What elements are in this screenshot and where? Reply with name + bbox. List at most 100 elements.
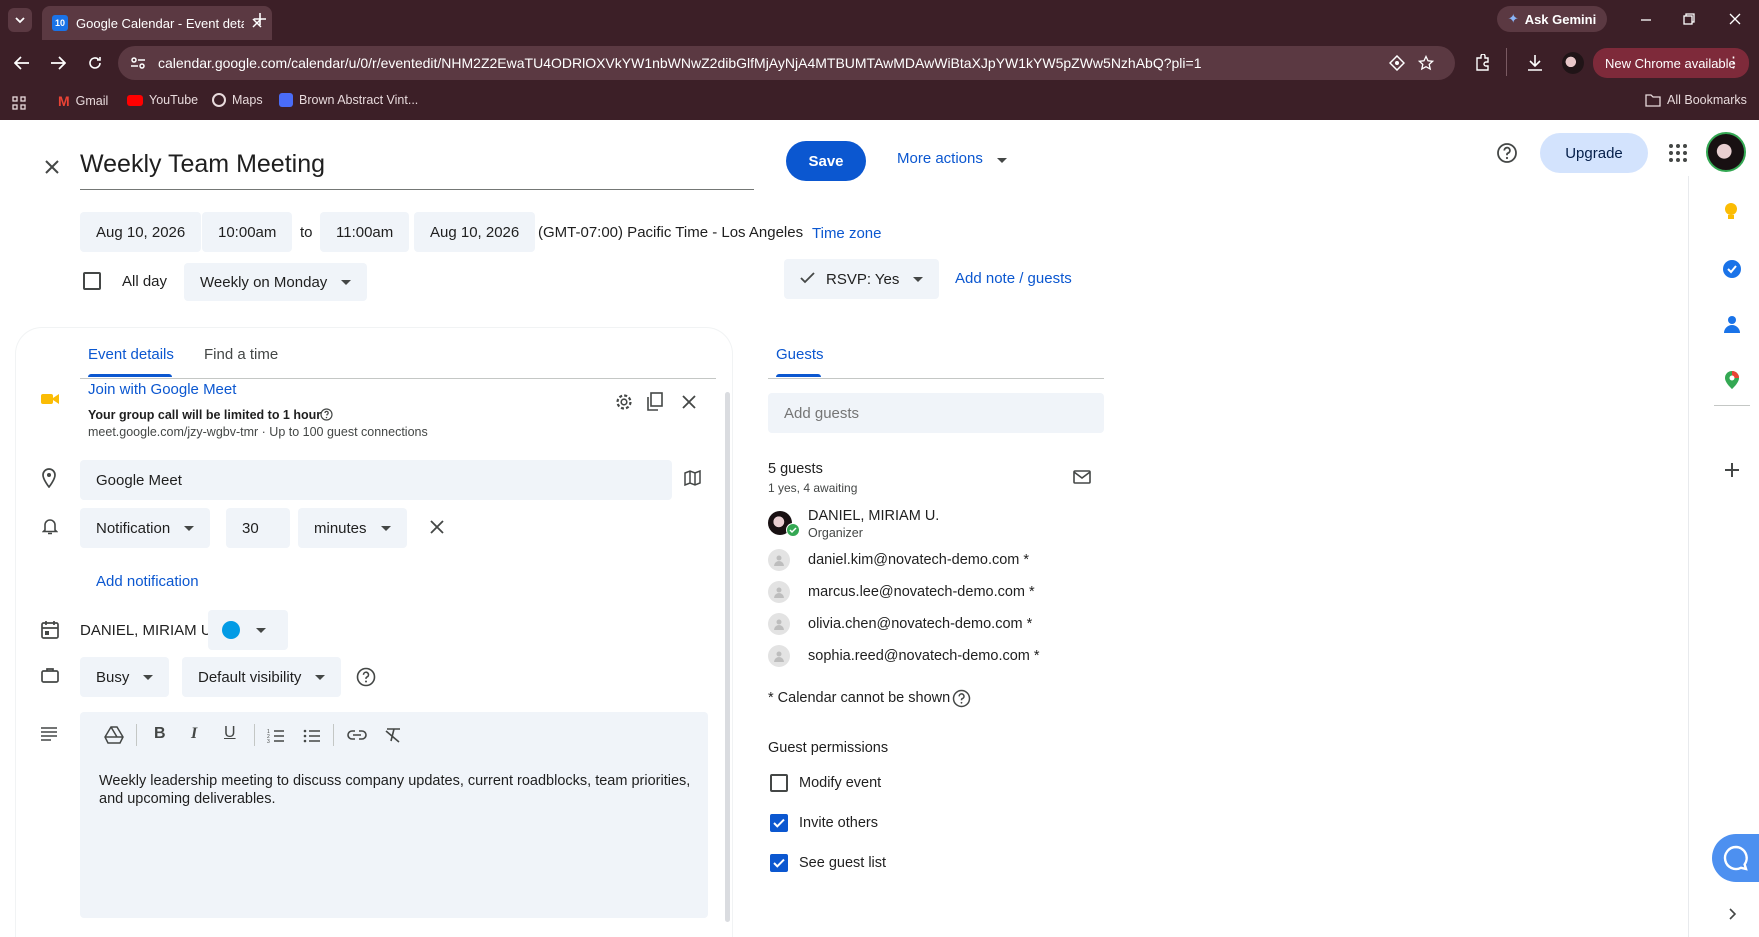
start-time-field[interactable]: 10:00am	[202, 212, 293, 252]
add-note-guests-link[interactable]: Add note / guests	[955, 270, 1072, 287]
close-icon[interactable]	[44, 159, 60, 175]
new-chrome-button[interactable]: New Chrome available ⋮	[1593, 48, 1749, 78]
chevron-right-icon[interactable]	[1728, 908, 1736, 920]
save-button[interactable]: Save	[786, 141, 866, 181]
remove-notification-icon[interactable]	[430, 520, 444, 534]
help-icon[interactable]	[320, 408, 333, 421]
see-guest-list-checkbox[interactable]	[770, 854, 788, 872]
svg-text:3: 3	[267, 739, 270, 744]
guest-email[interactable]: olivia.chen@novatech-demo.com *	[808, 616, 1032, 632]
tab-event-details[interactable]: Event details	[88, 346, 174, 363]
new-chrome-label: New Chrome available	[1605, 55, 1736, 71]
upgrade-button[interactable]: Upgrade	[1540, 133, 1648, 173]
panel-scrollbar[interactable]	[725, 392, 730, 922]
organizer-label: Organizer	[808, 526, 863, 540]
guest-avatar	[768, 581, 790, 603]
site-info-icon[interactable]	[130, 56, 146, 70]
drive-icon[interactable]	[104, 726, 124, 744]
download-icon[interactable]	[1527, 54, 1543, 71]
bookmark-youtube[interactable]: YouTube	[127, 93, 198, 107]
chat-support-button[interactable]	[1712, 834, 1759, 882]
bold-icon[interactable]: B	[154, 725, 166, 743]
all-day-checkbox[interactable]	[83, 272, 101, 290]
contacts-icon[interactable]	[1724, 315, 1740, 333]
guest-email[interactable]: marcus.lee@novatech-demo.com *	[808, 584, 1035, 600]
invite-others-checkbox[interactable]	[770, 814, 788, 832]
map-icon[interactable]	[684, 470, 701, 486]
close-window-icon[interactable]	[1729, 13, 1741, 25]
kebab-menu-icon[interactable]: ⋮	[1726, 53, 1741, 71]
extensions-icon[interactable]	[1474, 54, 1490, 72]
underline-icon[interactable]: U	[224, 724, 236, 742]
toolbar-divider	[333, 724, 334, 746]
restore-icon[interactable]	[1683, 13, 1695, 25]
bookmark-label: Gmail	[75, 94, 109, 108]
recurrence-dropdown[interactable]: Weekly on Monday	[184, 263, 368, 301]
calendar-owner: DANIEL, MIRIAM U.	[80, 622, 216, 639]
meet-info-text: meet.google.com/jzy-wgbv-tmr · Up to 100…	[88, 425, 428, 439]
tasks-icon[interactable]	[1722, 259, 1742, 279]
ask-gemini-button[interactable]: ✦ Ask Gemini	[1497, 6, 1607, 32]
title-input[interactable]: Weekly Team Meeting	[80, 146, 754, 190]
apps-grid-icon[interactable]	[12, 96, 26, 110]
forward-icon[interactable]	[50, 56, 66, 70]
omnibox[interactable]: calendar.google.com/calendar/u/0/r/event…	[118, 46, 1455, 80]
add-notification-link[interactable]: Add notification	[96, 573, 199, 590]
notification-unit-dropdown[interactable]: minutes	[298, 508, 407, 548]
help-icon[interactable]	[952, 689, 971, 708]
gemini-icon: ✦	[1507, 11, 1519, 26]
location-input[interactable]: Google Meet	[80, 460, 672, 500]
clear-formatting-icon[interactable]	[384, 727, 402, 743]
google-meet-icon	[41, 394, 59, 404]
notification-type-dropdown[interactable]: Notification	[80, 508, 211, 548]
google-apps-icon[interactable]	[1668, 143, 1688, 163]
guest-email[interactable]: daniel.kim@novatech-demo.com *	[808, 552, 1029, 568]
keep-icon[interactable]	[1723, 202, 1739, 222]
minimize-icon[interactable]	[1640, 14, 1652, 26]
join-meet-link[interactable]: Join with Google Meet	[88, 381, 236, 398]
all-bookmarks[interactable]: All Bookmarks	[1645, 93, 1747, 107]
add-addon-icon[interactable]	[1724, 462, 1740, 478]
help-icon[interactable]	[1496, 142, 1518, 164]
tab-search-button[interactable]	[8, 8, 32, 32]
reload-icon[interactable]	[87, 55, 103, 71]
new-tab-icon[interactable]	[253, 12, 267, 26]
toolbar-divider	[1506, 48, 1507, 76]
add-guests-input[interactable]	[768, 393, 1104, 433]
browser-tab[interactable]: 10 Google Calendar - Event details	[42, 6, 272, 40]
end-date-field[interactable]: Aug 10, 2026	[414, 212, 536, 252]
bookmark-maps[interactable]: Maps	[212, 93, 263, 107]
bookmark-brown-abstract[interactable]: Brown Abstract Vint...	[279, 93, 418, 107]
permission-label: Invite others	[799, 815, 878, 831]
remove-meet-icon[interactable]	[682, 395, 696, 409]
timezone-link[interactable]: Time zone	[812, 225, 881, 242]
bookmark-star-icon[interactable]	[1418, 55, 1434, 71]
modify-event-checkbox[interactable]	[770, 774, 788, 792]
maps-icon[interactable]	[1724, 370, 1740, 390]
notification-value-input[interactable]: 30	[226, 508, 290, 548]
event-color-dropdown[interactable]	[208, 610, 288, 650]
lens-icon[interactable]	[1389, 55, 1405, 71]
profile-avatar[interactable]	[1562, 52, 1584, 74]
tab-find-time[interactable]: Find a time	[204, 346, 278, 363]
back-icon[interactable]	[14, 56, 30, 70]
more-actions-button[interactable]: More actions	[897, 150, 1007, 167]
bulleted-list-icon[interactable]	[303, 728, 321, 744]
busy-dropdown[interactable]: Busy	[80, 657, 170, 697]
settings-icon[interactable]	[615, 393, 633, 411]
end-time-field[interactable]: 11:00am	[320, 212, 410, 252]
email-guests-icon[interactable]	[1073, 470, 1091, 484]
guest-email[interactable]: sophia.reed@novatech-demo.com *	[808, 648, 1040, 664]
link-icon[interactable]	[347, 729, 367, 741]
folder-icon	[1645, 93, 1661, 107]
bookmark-gmail[interactable]: M Gmail	[58, 93, 108, 109]
start-date-field[interactable]: Aug 10, 2026	[80, 212, 202, 252]
visibility-dropdown[interactable]: Default visibility	[182, 657, 342, 697]
copy-icon[interactable]	[647, 392, 664, 411]
numbered-list-icon[interactable]: 123	[267, 728, 285, 744]
calendar-icon	[41, 621, 59, 639]
tab-guests[interactable]: Guests	[776, 346, 824, 363]
help-icon[interactable]	[356, 667, 376, 687]
italic-icon[interactable]: I	[191, 725, 197, 743]
account-avatar[interactable]	[1706, 132, 1746, 172]
